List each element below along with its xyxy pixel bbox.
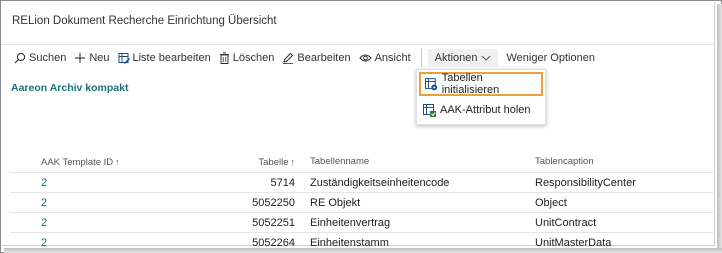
column-header-tabellenname[interactable]: Tabellenname [310,152,369,172]
cell-tablencaption: ResponsibilityCenter [535,177,636,189]
actions-menu-button[interactable]: Aktionen [427,49,499,67]
fewer-options-label: Weniger Optionen [506,52,595,64]
table-header-row: AAK Template ID ↑ Tabelle ↑ Tabellenname T… [10,152,713,172]
edit-list-button[interactable]: Liste bearbeiten [114,49,215,67]
cell-aak-template-id[interactable]: 2 [41,213,47,233]
cell-tabelle: 5714 [270,177,295,189]
column-header-tablencaption[interactable]: Tablencaption [535,152,594,172]
sort-ascending-icon: ↑ [115,157,120,167]
trash-icon [219,52,229,64]
section-title: Aareon Archiv kompakt [11,82,129,94]
menu-item-tabellen-initialisieren[interactable]: Tabellen initialisieren [419,72,543,96]
plus-icon [75,53,86,63]
menu-item-label: Tabellen initialisieren [441,72,500,96]
fewer-options-button[interactable]: Weniger Optionen [502,49,598,67]
delete-button[interactable]: Löschen [215,49,279,67]
cell-tablencaption: UnitMasterData [535,237,612,249]
table-row[interactable]: 2 5052250 RE Objekt Object [10,192,713,212]
actions-menu-label: Aktionen [434,52,478,64]
table-row[interactable]: 2 5052264 Einheitenstamm UnitMasterData [10,232,713,252]
toolbar-divider [420,49,422,67]
edit-list-icon [118,53,130,64]
search-button[interactable]: Suchen [10,49,70,67]
page-title: RELion Dokument Recherche Einrichtung Üb… [12,15,277,27]
action-bar: Suchen Neu Liste bearbeiten Löschen Bear… [10,49,599,67]
table-row[interactable]: 2 5714 Zuständigkeitseinheitencode Respo… [10,172,713,192]
column-header-tabelle[interactable]: Tabelle ↑ [258,152,295,172]
cell-tabelle: 5052251 [252,217,295,229]
edit-list-button-label: Liste bearbeiten [132,52,211,64]
edit-button-label: Bearbeiten [297,52,351,64]
cell-tabelle: 5052264 [252,237,295,249]
actions-dropdown-menu: Tabellen initialisieren AAK-Attribut hol… [416,69,546,125]
cell-aak-template-id[interactable]: 2 [41,233,47,253]
cell-aak-template-id[interactable]: 2 [41,193,47,213]
menu-item-aak-attribut-holen[interactable]: AAK-Attribut holen [419,98,543,122]
column-header-aak-template-id[interactable]: AAK Template ID ↑ [41,152,120,172]
cell-tabellenname: Zuständigkeitseinheitencode [310,177,450,189]
view-button-label: Ansicht [374,52,411,64]
data-table: AAK Template ID ↑ Tabelle ↑ Tabellenname T… [10,152,713,252]
title-divider [1,44,715,45]
search-icon [14,52,26,64]
menu-item-label: AAK-Attribut holen [440,104,531,116]
eye-icon [358,54,372,62]
new-button[interactable]: Neu [70,49,113,67]
window-shadow-right [717,4,722,253]
table-fetch-icon [423,103,436,117]
view-button[interactable]: Ansicht [355,49,415,67]
table-row[interactable]: 2 5052251 Einheitenvertrag UnitContract [10,212,713,232]
chevron-down-icon [482,55,491,61]
cell-tabelle: 5052250 [252,197,295,209]
sort-ascending-icon: ↑ [290,157,296,167]
search-button-label: Suchen [29,52,67,64]
cell-tablencaption: UnitContract [535,217,597,229]
edit-button[interactable]: Bearbeiten [278,49,354,67]
table-settings-icon [425,77,438,90]
cell-tablencaption: Object [535,197,567,209]
cell-tabellenname: Einheitenvertrag [310,217,391,229]
new-button-label: Neu [89,52,110,64]
delete-button-label: Löschen [232,52,275,64]
cell-tabellenname: RE Objekt [310,197,361,209]
pencil-icon [283,52,294,64]
cell-aak-template-id[interactable]: 2 [41,173,47,193]
cell-tabellenname: Einheitenstamm [310,237,389,249]
